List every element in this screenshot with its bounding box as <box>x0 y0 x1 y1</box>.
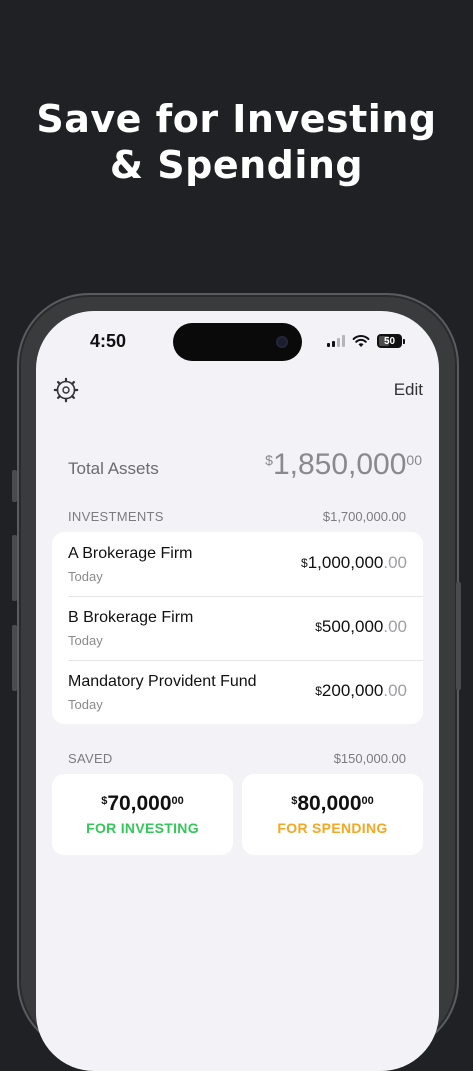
currency-symbol: $ <box>301 556 308 570</box>
saved-total: $150,000.00 <box>333 751 406 766</box>
investment-name: A Brokerage Firm <box>68 545 193 562</box>
amount-value: 200,000 <box>321 681 384 700</box>
battery-icon: 50 <box>377 334 402 348</box>
phone-volume-down <box>12 625 17 691</box>
investment-name: Mandatory Provident Fund <box>68 673 257 690</box>
phone-side-button <box>12 470 17 502</box>
headline-line-2: & Spending <box>109 143 364 187</box>
amount-value: 80,000 <box>297 792 362 815</box>
promo-headline: Save for Investing & Spending <box>0 96 473 188</box>
total-cents: 00 <box>406 452 422 468</box>
phone-power-button <box>456 582 461 690</box>
wifi-icon <box>352 335 370 347</box>
status-time: 4:50 <box>90 331 127 351</box>
saved-spending-tag: FOR SPENDING <box>277 820 388 836</box>
investments-card: A Brokerage Firm Today $ 1,000,000 .00 B… <box>52 532 423 724</box>
investments-total: $1,700,000.00 <box>322 509 406 524</box>
amount-cents: .00 <box>383 617 407 636</box>
edit-button[interactable]: Edit <box>394 380 423 400</box>
headline-line-1: Save for Investing <box>36 97 437 141</box>
investment-date: Today <box>68 633 103 648</box>
saved-investing-tag: FOR INVESTING <box>86 820 199 836</box>
investment-name: B Brokerage Firm <box>68 609 194 626</box>
currency-symbol: $ <box>315 684 322 698</box>
phone-volume-up <box>12 535 17 601</box>
total-assets-label: Total Assets <box>68 459 159 478</box>
camera-icon <box>276 336 288 348</box>
amount-cents: .00 <box>383 553 407 572</box>
saved-label: SAVED <box>68 751 113 766</box>
amount-cents: 00 <box>361 795 374 807</box>
investment-amount: $ 200,000 .00 <box>315 681 407 701</box>
investment-amount: $ 1,000,000 .00 <box>301 553 407 573</box>
amount-value: 1,000,000 <box>307 553 384 572</box>
investment-amount: $ 500,000 .00 <box>315 617 407 637</box>
investment-date: Today <box>68 697 103 712</box>
phone-screen: 4:50 50 Edit Total Assets $ 1,850,000 00 <box>36 311 439 1071</box>
battery-level: 50 <box>383 335 396 347</box>
amount-cents: 00 <box>171 795 184 807</box>
investment-row[interactable]: B Brokerage Firm Today $ 500,000 .00 <box>52 596 423 660</box>
investment-row[interactable]: A Brokerage Firm Today $ 1,000,000 .00 <box>52 532 423 596</box>
amount-value: 70,000 <box>107 792 172 815</box>
total-assets-value: $ 1,850,000 00 <box>265 448 422 482</box>
currency-symbol: $ <box>315 620 322 634</box>
gear-icon[interactable] <box>53 377 79 403</box>
dynamic-island <box>173 323 302 361</box>
amount-value: 500,000 <box>321 617 384 636</box>
saved-investing-amount: $ 70,000 00 <box>101 792 184 816</box>
total-currency: $ <box>265 452 273 468</box>
total-amount: 1,850,000 <box>272 448 407 481</box>
saved-spending-amount: $ 80,000 00 <box>291 792 374 816</box>
saved-investing-card[interactable]: $ 70,000 00 FOR INVESTING <box>52 774 233 855</box>
investments-label: INVESTMENTS <box>68 509 164 524</box>
investment-date: Today <box>68 569 103 584</box>
cellular-signal-icon <box>327 335 345 347</box>
investment-row[interactable]: Mandatory Provident Fund Today $ 200,000… <box>52 660 423 724</box>
battery-tip <box>403 338 405 344</box>
status-indicators: 50 <box>327 333 405 349</box>
saved-spending-card[interactable]: $ 80,000 00 FOR SPENDING <box>242 774 423 855</box>
amount-cents: .00 <box>383 681 407 700</box>
